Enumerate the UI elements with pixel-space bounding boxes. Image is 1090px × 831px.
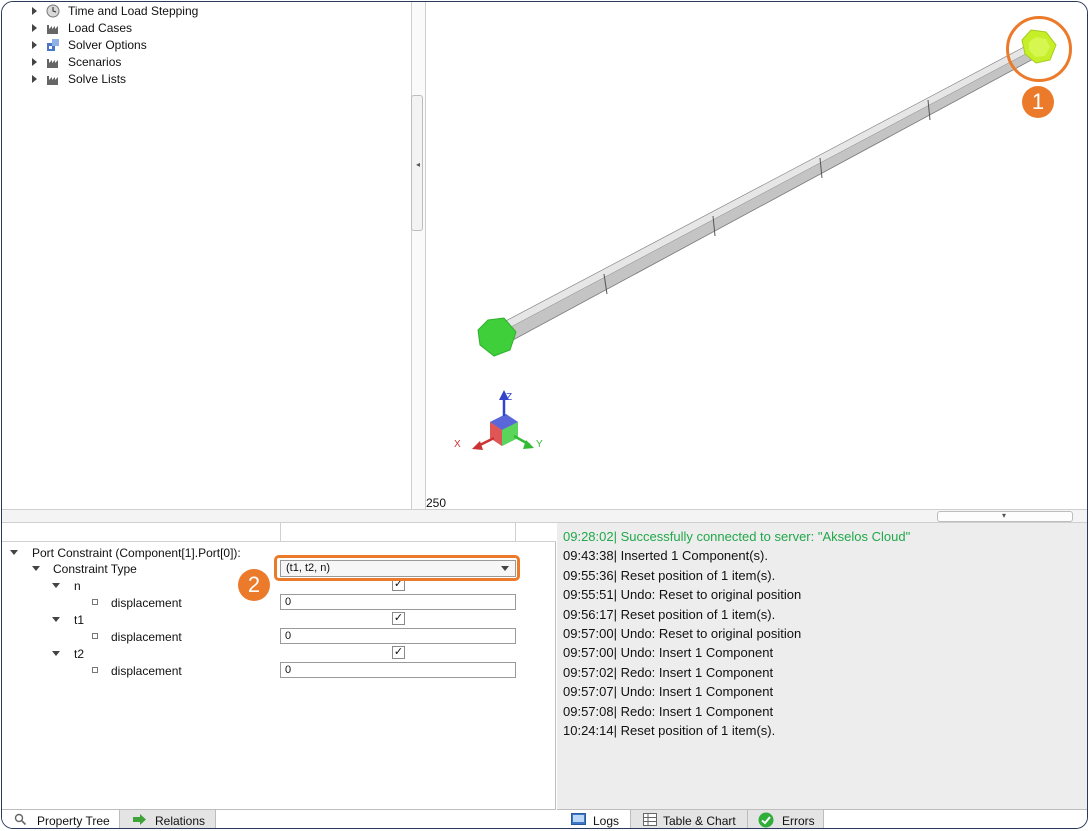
horizontal-splitter[interactable] — [2, 509, 1087, 523]
group-label: t2 — [74, 647, 85, 661]
axis-triad — [472, 390, 534, 450]
right-tab-bar: Logs Table & Chart Errors — [557, 809, 1087, 828]
arrow-right-icon — [133, 814, 146, 825]
leaf-node-icon — [92, 599, 98, 605]
log-entry: 10:24:14| Reset position of 1 item(s). — [563, 723, 776, 738]
tab-table-chart[interactable]: Table & Chart — [631, 810, 748, 828]
application-window: Time and Load Stepping Load Cases Solver… — [1, 1, 1088, 829]
log-entry: 09:55:36| Reset position of 1 item(s). — [563, 568, 776, 583]
log-entry: 09:57:07| Undo: Insert 1 Component — [563, 684, 774, 699]
displacement-input-t2[interactable] — [280, 662, 516, 678]
search-icon — [14, 813, 27, 826]
tab-label: Property Tree — [37, 814, 110, 828]
collapse-arrow-icon[interactable] — [10, 550, 18, 555]
group-label: n — [74, 579, 81, 593]
leaf-node-icon — [92, 633, 98, 639]
scene-canvas[interactable]: Z X Y — [426, 2, 1088, 509]
displacement-row-t1: displacement — [2, 628, 556, 645]
tree-item-label: Load Cases — [68, 21, 133, 35]
displacement-input-t1[interactable] — [280, 628, 516, 644]
expand-arrow-icon[interactable] — [32, 7, 37, 15]
field-label: displacement — [111, 664, 182, 678]
tab-errors[interactable]: Errors — [748, 810, 824, 828]
axis-label-x: X — [454, 439, 461, 450]
property-table-header — [2, 523, 556, 542]
port-constraint-label: Port Constraint (Component[1].Port[0]): — [32, 546, 241, 560]
log-panel[interactable]: 09:28:02| Successfully connected to serv… — [557, 523, 1087, 809]
checkbox-t2[interactable]: ✓ — [392, 646, 405, 659]
tab-logs[interactable]: Logs — [557, 810, 631, 828]
log-entry: 09:28:02| Successfully connected to serv… — [563, 529, 911, 544]
collapse-arrow-icon[interactable] — [32, 566, 40, 571]
expand-arrow-icon[interactable] — [32, 75, 37, 83]
beam-component[interactable] — [503, 43, 1038, 341]
collapse-arrow-icon[interactable] — [52, 617, 60, 622]
expand-arrow-icon[interactable] — [32, 41, 37, 49]
tab-property-tree[interactable]: Property Tree — [2, 810, 120, 828]
displacement-input-n[interactable] — [280, 594, 516, 610]
clock-icon — [46, 4, 60, 18]
field-label: displacement — [111, 596, 182, 610]
model-tree-panel: Time and Load Stepping Load Cases Solver… — [2, 2, 411, 509]
checkbox-t1[interactable]: ✓ — [392, 612, 405, 625]
factory-icon — [47, 59, 58, 68]
log-entry: 09:43:38| Inserted 1 Component(s). — [563, 548, 768, 563]
collapse-arrow-icon[interactable] — [52, 583, 60, 588]
tree-item-label: Solve Lists — [68, 72, 127, 86]
tab-relations[interactable]: Relations — [120, 810, 216, 828]
callout-ring-1 — [1006, 16, 1072, 82]
zoom-readout: 250 — [426, 496, 447, 510]
displacement-row-n: displacement — [2, 594, 556, 611]
table-icon — [643, 813, 657, 826]
log-entry: 09:55:51| Undo: Reset to original positi… — [563, 587, 802, 602]
tab-label: Errors — [782, 814, 815, 828]
tab-label: Relations — [155, 814, 206, 828]
collapse-arrow-icon[interactable]: ◂ — [416, 160, 420, 169]
column-divider[interactable] — [515, 523, 516, 542]
group-label: t1 — [74, 613, 85, 627]
callout-ring-2 — [274, 555, 520, 581]
log-entry: 09:57:02| Redo: Insert 1 Component — [563, 665, 774, 680]
left-tab-bar: Property Tree Relations — [2, 809, 556, 828]
solver-options-icon — [47, 39, 59, 51]
collapse-arrow-icon[interactable] — [52, 651, 60, 656]
axis-label-z: Z — [506, 392, 512, 403]
field-label: displacement — [111, 630, 182, 644]
tree-item-label: Solver Options — [68, 38, 147, 52]
axis-label-y: Y — [536, 439, 543, 450]
logs-icon — [571, 813, 586, 825]
factory-icon — [47, 76, 58, 85]
expand-arrow-icon[interactable] — [32, 58, 37, 66]
tab-label: Table & Chart — [663, 814, 736, 828]
log-entry: 09:57:00| Undo: Insert 1 Component — [563, 645, 774, 660]
log-entry: 09:56:17| Reset position of 1 item(s). — [563, 607, 776, 622]
log-entry: 09:57:08| Redo: Insert 1 Component — [563, 704, 774, 719]
expand-arrow-icon[interactable] — [32, 24, 37, 32]
callout-badge-1: 1 — [1022, 86, 1054, 118]
group-row-t2[interactable]: t2 ✓ — [2, 645, 556, 662]
check-circle-icon — [758, 812, 774, 828]
vertical-splitter[interactable] — [411, 2, 426, 509]
3d-viewport[interactable]: Z X Y 250 — [426, 2, 1088, 510]
group-row-t1[interactable]: t1 ✓ — [2, 611, 556, 628]
factory-icon — [47, 25, 58, 34]
column-divider[interactable] — [280, 523, 281, 542]
callout-badge-2: 2 — [238, 569, 270, 601]
displacement-row-t2: displacement — [2, 662, 556, 679]
leaf-node-icon — [92, 667, 98, 673]
constraint-type-label: Constraint Type — [53, 562, 137, 576]
log-entry: 09:57:00| Undo: Reset to original positi… — [563, 626, 802, 641]
tree-item-label: Scenarios — [68, 55, 122, 69]
tab-label: Logs — [593, 814, 620, 828]
collapse-arrow-icon[interactable]: ▾ — [1002, 511, 1006, 520]
tree-item-label: Time and Load Stepping — [68, 4, 199, 18]
